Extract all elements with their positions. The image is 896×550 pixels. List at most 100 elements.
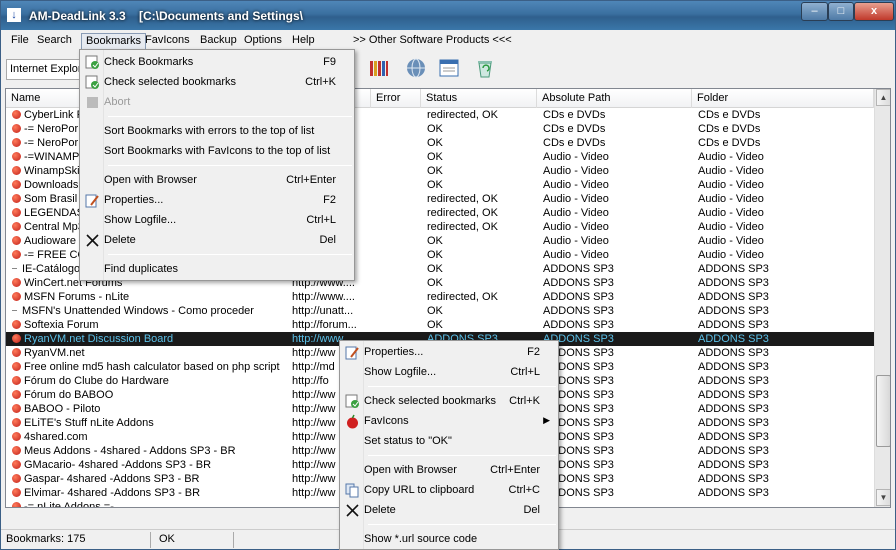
row-absolute-path: ADDONS SP3 [543, 361, 614, 373]
favicon-apple-icon [12, 208, 21, 217]
ctx-show-logfile[interactable]: Show Logfile... Ctrl+L [342, 363, 556, 382]
menu-open-browser[interactable]: Open with Browser Ctrl+Enter [82, 171, 352, 190]
row-name: GMacario- 4shared -Addons SP3 - BR [12, 458, 290, 472]
title-bar[interactable]: ↓ AM-DeadLink 3.3 [C:\Documents and Sett… [1, 1, 895, 30]
books-icon[interactable] [368, 57, 390, 79]
table-row[interactable]: Softexia Forum http://forum... OK ADDONS SP… [6, 318, 874, 332]
row-status: OK [427, 277, 443, 289]
favicon-apple-icon [12, 222, 21, 231]
menu-delete[interactable]: Delete Del [82, 231, 352, 250]
menu-options[interactable]: Options [240, 33, 286, 50]
row-folder: ADDONS SP3 [698, 305, 769, 317]
favicon-apple-icon [12, 418, 21, 427]
row-status: OK [427, 249, 443, 261]
scroll-up-arrow[interactable]: ▲ [876, 89, 890, 106]
apple-icon [347, 414, 358, 429]
row-absolute-path: Audio - Video [543, 179, 609, 191]
other-products-link[interactable]: >> Other Software Products <<< [353, 34, 512, 46]
row-name: 4shared.com [12, 430, 290, 444]
col-folder[interactable]: Folder [692, 89, 874, 108]
col-absolute-path[interactable]: Absolute Path [537, 89, 692, 108]
favicon-apple-icon [12, 166, 21, 175]
menu-help[interactable]: Help [288, 33, 319, 50]
row-url: http://forum... [292, 319, 357, 331]
scroll-down-arrow[interactable]: ▼ [876, 489, 890, 506]
row-status: OK [427, 305, 443, 317]
menu-check-selected[interactable]: Check selected bookmarks Ctrl+K [82, 73, 352, 92]
ctx-properties[interactable]: Properties... F2 [342, 343, 556, 362]
favicon-apple-icon [12, 124, 21, 133]
ctx-open-browser[interactable]: Open with Browser Ctrl+Enter [342, 461, 556, 480]
ctx-delete[interactable]: Delete Del [342, 501, 556, 520]
row-status: redirected, OK [427, 193, 498, 205]
favicon-apple-icon [12, 446, 21, 455]
favicon-apple-icon [12, 474, 21, 483]
ctx-favicons[interactable]: FavIcons ▶ [342, 412, 556, 431]
close-button[interactable]: x [854, 2, 894, 21]
row-absolute-path: ADDONS SP3 [543, 473, 614, 485]
row-absolute-path: ADDONS SP3 [543, 375, 614, 387]
window-icon[interactable] [438, 57, 460, 79]
row-context-menu: Properties... F2 Show Logfile... Ctrl+L … [339, 340, 559, 550]
app-icon[interactable]: ↓ [7, 8, 21, 22]
copy-icon [345, 483, 359, 498]
favicon-apple-icon [12, 362, 21, 371]
minimize-button[interactable]: – [801, 2, 828, 21]
row-absolute-path: Audio - Video [543, 193, 609, 205]
row-name: MSFN's Unattended Windows - Como procede… [12, 304, 290, 318]
row-status: OK [427, 165, 443, 177]
ctx-check-selected[interactable]: Check selected bookmarks Ctrl+K [342, 392, 556, 411]
vertical-scrollbar[interactable]: ▲ ▼ [874, 89, 890, 507]
menu-file[interactable]: File [7, 33, 33, 50]
row-name: MSFN Forums - nLite [12, 290, 290, 304]
favicon-apple-icon [12, 488, 21, 497]
menu-sort-errors[interactable]: Sort Bookmarks with errors to the top of… [82, 122, 352, 141]
check-selected-icon [85, 75, 99, 89]
menu-backup[interactable]: Backup [196, 33, 241, 50]
col-error[interactable]: Error [371, 89, 421, 108]
row-folder: Audio - Video [698, 193, 764, 205]
menu-bookmarks[interactable]: Bookmarks [81, 33, 147, 50]
menu-show-logfile[interactable]: Show Logfile... Ctrl+L [82, 211, 352, 230]
scroll-thumb[interactable] [876, 375, 890, 447]
menu-properties[interactable]: Properties... F2 [82, 191, 352, 210]
menu-search[interactable]: Search [33, 33, 76, 50]
row-absolute-path: ADDONS SP3 [543, 487, 614, 499]
menu-favicons[interactable]: FavIcons [141, 33, 194, 50]
check-bookmarks-icon [85, 55, 99, 69]
window-title: AM-DeadLink 3.3 [29, 9, 126, 23]
scroll-left-arrow[interactable]: ◀ [6, 507, 23, 508]
scroll-right-arrow[interactable]: ▶ [855, 507, 872, 508]
ctx-set-status-ok[interactable]: Set status to "OK" [342, 432, 556, 451]
menu-sort-favicons[interactable]: Sort Bookmarks with FavIcons to the top … [82, 142, 352, 161]
row-absolute-path: Audio - Video [543, 151, 609, 163]
bookmark-count: Bookmarks: 175 [1, 532, 151, 548]
row-folder: Audio - Video [698, 221, 764, 233]
favicon-apple-icon [12, 180, 21, 189]
menu-check-bookmarks[interactable]: Check Bookmarks F9 [82, 53, 352, 72]
table-row[interactable]: MSFN's Unattended Windows - Como procede… [6, 304, 874, 318]
table-row[interactable]: MSFN Forums - nLite http://www.... redirec… [6, 290, 874, 304]
favicon-apple-icon [12, 236, 21, 245]
delete-x-icon [346, 504, 359, 517]
ctx-show-url-source[interactable]: Show *.url source code [342, 530, 556, 549]
row-folder: ADDONS SP3 [698, 375, 769, 387]
window-path: [C:\Documents and Settings\ [139, 9, 304, 23]
recycle-bin-icon[interactable] [474, 57, 496, 79]
maximize-button[interactable]: □ [828, 2, 854, 21]
menu-find-duplicates[interactable]: Find duplicates [82, 260, 352, 279]
row-folder: Audio - Video [698, 249, 764, 261]
col-status[interactable]: Status [421, 89, 537, 108]
globe-icon[interactable] [405, 57, 427, 79]
row-folder: Audio - Video [698, 151, 764, 163]
browser-combo[interactable]: Internet Explorer [6, 59, 84, 80]
row-absolute-path: CDs e DVDs [543, 123, 606, 135]
row-name: Elvimar- 4shared -Addons SP3 - BR [12, 486, 290, 500]
ctx-copy-url[interactable]: Copy URL to clipboard Ctrl+C [342, 481, 556, 500]
row-absolute-path: ADDONS SP3 [543, 431, 614, 443]
row-status: OK [427, 179, 443, 191]
row-absolute-path: ADDONS SP3 [543, 263, 614, 275]
row-status: redirected, OK [427, 221, 498, 233]
favicon-apple-icon [12, 250, 21, 259]
row-absolute-path: ADDONS SP3 [543, 277, 614, 289]
